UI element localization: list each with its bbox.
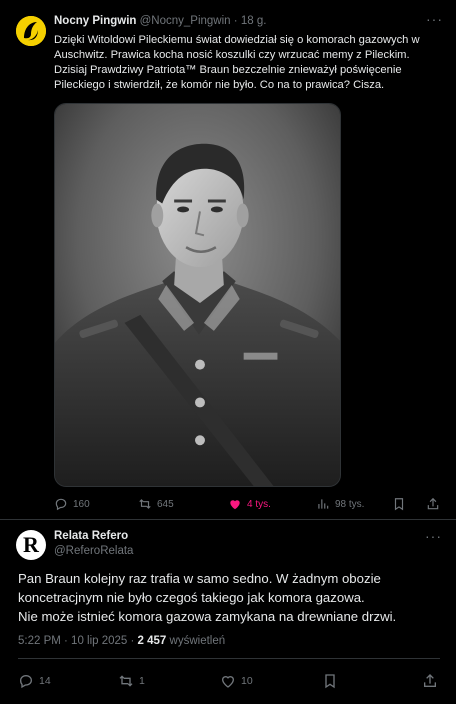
tweet-actions: 160 645 4 tys. 98 tys. — [54, 496, 444, 512]
tweet-meta: 5:22 PM · 10 lip 2025 · 2 457 wyświetleń — [18, 635, 225, 647]
share-icon — [427, 497, 439, 510]
views-label: wyświetleń — [169, 635, 226, 647]
repost-icon — [119, 675, 133, 687]
like-count: 4 tys. — [247, 498, 271, 510]
reply-count: 14 — [39, 675, 51, 687]
repost-button[interactable]: 1 — [118, 673, 145, 689]
tweet-time[interactable]: 18 g. — [241, 15, 267, 27]
views-count: 98 tys. — [335, 498, 365, 510]
bookmark-button[interactable] — [322, 673, 338, 689]
tweet-actions: 14 1 10 — [18, 673, 440, 691]
repost-count: 1 — [139, 675, 145, 687]
reply-icon — [55, 498, 67, 511]
avatar-nocny-pingwin[interactable] — [16, 16, 46, 46]
separator-dot: · — [233, 15, 238, 27]
more-options-icon[interactable]: ··· — [425, 529, 442, 543]
author-name[interactable]: Relata Refero — [54, 530, 128, 542]
author-name[interactable]: Nocny Pingwin — [54, 15, 136, 27]
like-button[interactable]: 10 — [220, 673, 253, 689]
reply-button[interactable]: 160 — [54, 496, 90, 512]
views-button[interactable]: 98 tys. — [316, 496, 364, 512]
share-button[interactable] — [422, 673, 438, 689]
bookmark-icon — [325, 674, 335, 689]
like-button[interactable]: 4 tys. — [228, 496, 271, 512]
divider — [18, 658, 440, 659]
like-count: 10 — [241, 675, 253, 687]
tweet-photo[interactable] — [54, 103, 341, 487]
tweet-text-line: Pan Braun kolejny raz trafia w samo sedn… — [18, 571, 381, 586]
share-icon — [424, 674, 436, 687]
repost-button[interactable]: 645 — [138, 496, 174, 512]
portrait-photo — [55, 104, 340, 486]
tweet-relata-refero[interactable]: R Relata Refero @ReferoRelata ··· Pan Br… — [0, 521, 456, 704]
share-button[interactable] — [426, 496, 440, 512]
heart-filled-icon — [230, 500, 240, 510]
tweet-text-line: Nie może istnieć komora gazowa zamykana … — [18, 609, 397, 624]
bookmark-icon — [394, 498, 404, 511]
reply-icon — [19, 674, 33, 689]
tweet-text: Dzięki Witoldowi Pileckiemu świat dowied… — [54, 34, 420, 91]
heart-icon — [221, 676, 235, 688]
author-handle[interactable]: @Nocny_Pingwin — [140, 15, 231, 27]
bookmark-button[interactable] — [392, 496, 406, 512]
views-total: 2 457 — [137, 635, 167, 647]
avatar-relata-refero[interactable]: R — [16, 530, 46, 560]
tweet-header: Nocny Pingwin @Nocny_Pingwin · 18 g. — [54, 15, 266, 27]
tweet-text: Pan Braun kolejny raz trafia w samo sedn… — [18, 569, 438, 626]
author-handle[interactable]: @ReferoRelata — [54, 545, 133, 557]
views-chart-icon — [318, 499, 329, 509]
reply-button[interactable]: 14 — [18, 673, 51, 689]
more-options-icon[interactable]: ··· — [426, 12, 442, 26]
repost-icon — [139, 499, 151, 509]
repost-count: 645 — [157, 498, 174, 510]
penguin-logo-icon — [16, 16, 46, 46]
tweet-timestamp[interactable]: 5:22 PM · 10 lip 2025 · — [18, 635, 134, 647]
reply-count: 160 — [73, 498, 90, 510]
tweet-text-line: koncetracjnym nie było czegoś takiego ja… — [18, 590, 365, 605]
tweet-nocny-pingwin[interactable]: Nocny Pingwin @Nocny_Pingwin · 18 g. ···… — [0, 0, 456, 520]
